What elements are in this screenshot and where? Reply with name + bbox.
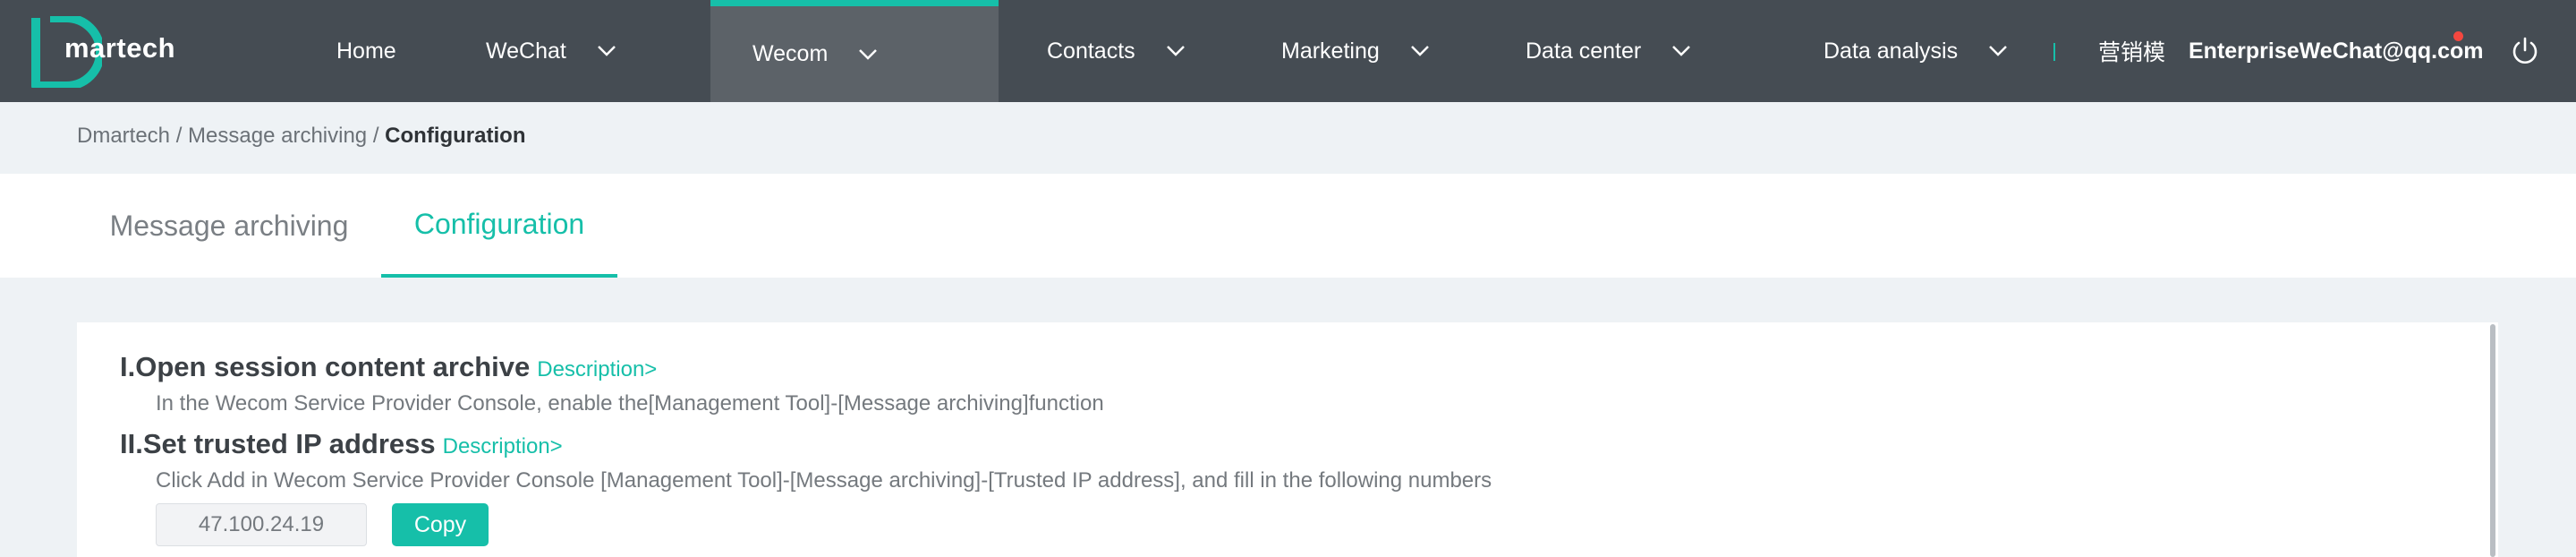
tab-label: Message archiving: [109, 209, 349, 242]
nav-item-label: Wecom: [752, 41, 829, 66]
section-text-trusted-ip: Click Add in Wecom Service Provider Cons…: [156, 468, 1492, 493]
section-title-trusted-ip: II.Set trusted IP address Description>: [120, 428, 563, 460]
breadcrumb-item-dmartech[interactable]: Dmartech: [77, 124, 170, 148]
nav-divider: [2053, 43, 2055, 61]
tab-label: Configuration: [413, 207, 585, 240]
power-icon[interactable]: [2510, 36, 2540, 66]
tab-bar: Message archiving Configuration: [0, 174, 2576, 278]
section-title-text: I.Open session content archive: [120, 351, 531, 382]
nav-item-label: Contacts: [1047, 38, 1135, 64]
chevron-down-icon: [859, 48, 878, 60]
nav-item-data-analysis[interactable]: Data analysis: [1824, 0, 2008, 102]
nav-item-home[interactable]: Home: [336, 0, 396, 102]
ip-address-value: 47.100.24.19: [198, 512, 325, 536]
user-email: EnterpriseWeChat@qq.com: [2189, 38, 2484, 64]
breadcrumb-separator: /: [175, 124, 183, 148]
description-link[interactable]: Description>: [443, 434, 563, 458]
nav-item-label: Data analysis: [1824, 38, 1959, 64]
nav-item-label: Data center: [1526, 38, 1642, 64]
chevron-down-icon: [1989, 46, 2007, 56]
nav-item-marketing[interactable]: Marketing: [1281, 0, 1430, 102]
nav-item-label: Home: [336, 38, 396, 64]
chevron-down-icon: [1410, 46, 1429, 56]
nav-item-label: 营销模: [2098, 40, 2166, 65]
nav-item-label: WeChat: [486, 38, 566, 64]
section-text-open-archive: In the Wecom Service Provider Console, e…: [156, 391, 1104, 416]
section-title-text: II.Set trusted IP address: [120, 428, 436, 459]
description-link[interactable]: Description>: [537, 357, 657, 381]
top-navigation-bar: martech Home WeChat Wecom Contacts Marke…: [0, 0, 2576, 102]
nav-item-marketing-module[interactable]: 营销模: [2098, 0, 2165, 102]
ip-address-field[interactable]: 47.100.24.19: [156, 503, 367, 546]
logo[interactable]: martech: [30, 16, 191, 88]
nav-item-data-center[interactable]: Data center: [1526, 0, 1691, 102]
user-account[interactable]: EnterpriseWeChat@qq.com: [2189, 0, 2484, 102]
nav-item-label: Marketing: [1281, 38, 1380, 64]
nav-item-contacts[interactable]: Contacts: [1047, 0, 1186, 102]
tab-message-archiving[interactable]: Message archiving: [77, 174, 381, 278]
breadcrumb-current: Configuration: [385, 124, 526, 148]
nav-item-wecom[interactable]: Wecom: [710, 0, 999, 102]
breadcrumb: Dmartech / Message archiving / Configura…: [77, 124, 525, 149]
nav-item-wechat[interactable]: WeChat: [486, 0, 616, 102]
chevron-down-icon: [1672, 46, 1691, 56]
scrollbar[interactable]: [2490, 324, 2495, 557]
notification-badge: [2453, 31, 2463, 41]
breadcrumb-separator: /: [372, 124, 379, 148]
section-title-open-archive: I.Open session content archive Descriptio…: [120, 351, 657, 383]
copy-button-label: Copy: [413, 511, 467, 537]
breadcrumb-item-message-archiving[interactable]: Message archiving: [188, 124, 367, 148]
logo-text: martech: [64, 32, 176, 64]
chevron-down-icon: [1166, 46, 1185, 56]
copy-button[interactable]: Copy: [392, 503, 489, 546]
chevron-down-icon: [597, 46, 616, 56]
tab-configuration[interactable]: Configuration: [381, 174, 617, 278]
